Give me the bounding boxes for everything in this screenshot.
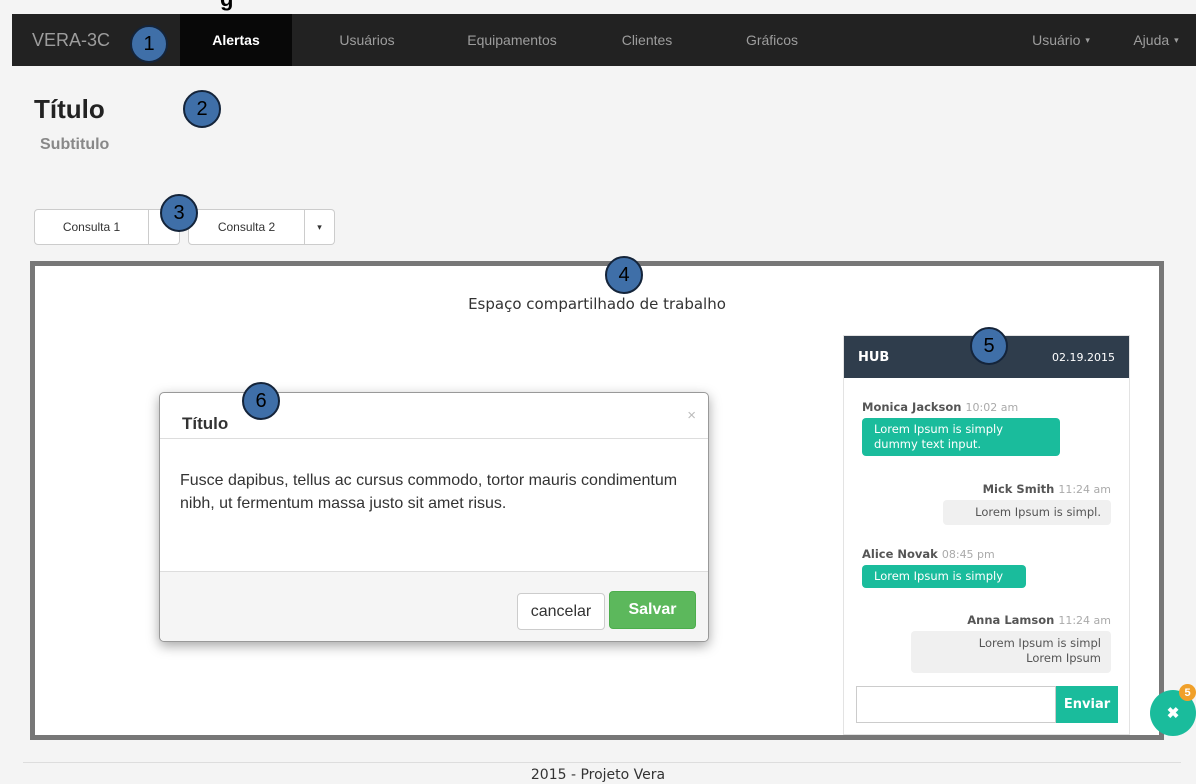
query-1-button[interactable]: Consulta 1 [34, 209, 149, 245]
notification-badge: 5 [1179, 684, 1196, 701]
nav-item-equipamentos[interactable]: Equipamentos [442, 14, 582, 66]
chat-time: 11:24 am [1058, 483, 1111, 496]
chat-time: 10:02 am [965, 401, 1019, 414]
chat-message-meta: Mick Smith 11:24 am [943, 482, 1111, 496]
nav-item-usuario-dropdown[interactable]: Usuário ▾ [1006, 14, 1116, 66]
cancel-button[interactable]: cancelar [517, 593, 605, 630]
hub-chat-panel: HUB 02.19.2015 Monica Jackson 10:02 am L… [843, 335, 1130, 735]
hub-date: 02.19.2015 [1052, 350, 1115, 364]
hub-title: HUB [858, 349, 890, 365]
chat-author: Alice Novak [862, 547, 938, 561]
nav-item-usuario-label: Usuário [1032, 32, 1081, 48]
chat-bubble-line: Lorem Ipsum [1026, 651, 1101, 665]
close-icon: ✖ [1166, 705, 1180, 722]
chat-bubble: Lorem Ipsum is simpl. [943, 500, 1111, 525]
query-1-button-group: Consulta 1 [34, 209, 180, 245]
nav-item-graficos[interactable]: Gráficos [712, 14, 832, 66]
chat-author: Mick Smith [982, 482, 1055, 496]
query-2-button[interactable]: Consulta 2 [188, 209, 305, 245]
chat-message: Alice Novak 08:45 pm Lorem Ipsum is simp… [862, 547, 1026, 588]
footer-divider [23, 762, 1181, 763]
modal-body: Fusce dapibus, tellus ac cursus commodo,… [180, 472, 678, 512]
chat-message: Anna Lamson 11:24 am Lorem Ipsum is simp… [911, 613, 1111, 673]
chat-message: Monica Jackson 10:02 am Lorem Ipsum is s… [862, 400, 1062, 456]
callout-marker-5: 5 [970, 327, 1008, 365]
nav-item-clientes[interactable]: Clientes [582, 14, 712, 66]
callout-marker-3: 3 [160, 194, 198, 232]
modal-footer: cancelar Salvar [160, 571, 708, 641]
nav-item-usuarios[interactable]: Usuários [292, 14, 442, 66]
callout-marker-2: 2 [183, 90, 221, 128]
workspace-title: Espaço compartilhado de trabalho [468, 295, 726, 313]
chat-message-meta: Alice Novak 08:45 pm [862, 547, 1026, 561]
chat-time: 11:24 am [1058, 614, 1111, 627]
chat-author: Monica Jackson [862, 400, 962, 414]
chat-author: Anna Lamson [967, 613, 1055, 627]
callout-marker-1: 1 [130, 25, 168, 63]
cutoff-heading: g [220, 0, 233, 12]
page-title: Título [34, 94, 105, 124]
chat-bubble: Lorem Ipsum is simply [862, 565, 1026, 588]
chat-bubble-line: Lorem Ipsum is simpl [978, 636, 1101, 650]
caret-down-icon: ▾ [1085, 34, 1090, 45]
query-2-dropdown-toggle[interactable]: ▾ [305, 209, 335, 245]
nav-item-ajuda-dropdown[interactable]: Ajuda ▾ [1116, 14, 1196, 66]
nav-item-ajuda-label: Ajuda [1133, 32, 1170, 48]
top-navbar: VERA-3C Alertas Usuários Equipamentos Cl… [12, 14, 1196, 66]
chat-message: Mick Smith 11:24 am Lorem Ipsum is simpl… [943, 482, 1111, 525]
caret-down-icon: ▾ [317, 221, 322, 232]
footer-text: 2015 - Projeto Vera [530, 767, 666, 783]
close-icon[interactable]: × [687, 407, 696, 424]
chat-message-meta: Anna Lamson 11:24 am [911, 613, 1111, 627]
chat-bubble: Lorem Ipsum is simpl Lorem Ipsum [911, 631, 1111, 673]
page-subtitle: Subtitulo [40, 136, 110, 153]
callout-marker-6: 6 [242, 382, 280, 420]
modal-title: Título [182, 414, 229, 433]
chat-bubble: Lorem Ipsum is simply dummy text input. [862, 418, 1060, 456]
save-button[interactable]: Salvar [609, 591, 696, 629]
hub-message-input[interactable] [856, 686, 1056, 723]
caret-down-icon: ▾ [1174, 34, 1179, 45]
chat-time: 08:45 pm [941, 548, 995, 561]
callout-marker-4: 4 [605, 256, 643, 294]
nav-item-alertas[interactable]: Alertas [180, 14, 292, 66]
chat-message-meta: Monica Jackson 10:02 am [862, 400, 1062, 414]
send-button[interactable]: Enviar [1056, 686, 1118, 723]
query-2-button-group: Consulta 2 ▾ [188, 209, 335, 245]
modal-dialog: Título × Fusce dapibus, tellus ac cursus… [159, 392, 709, 642]
